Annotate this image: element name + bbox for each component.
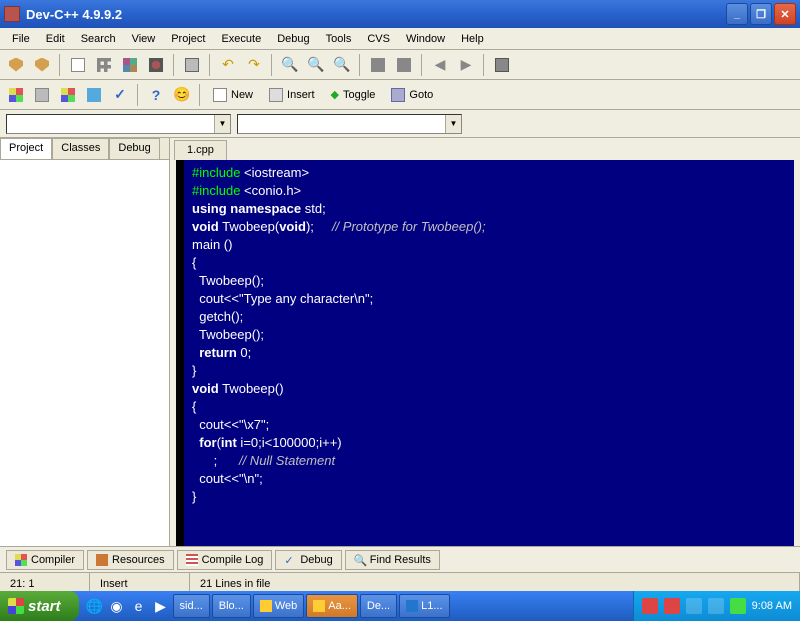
menu-view[interactable]: View [124,31,164,47]
taskbar-item[interactable]: Blo... [212,594,251,618]
system-tray: 9:08 AM [633,591,800,621]
tool-back-icon[interactable]: ◀ [428,53,452,77]
tab-resources[interactable]: Resources [87,550,174,570]
tray-icon[interactable] [686,598,702,614]
function-dropdown[interactable]: ▼ [237,114,462,134]
toolbar-main: ↶ ↷ 🔍 🔍 🔍 ◀ ▶ [0,50,800,80]
tool-find-icon[interactable]: 🔍 [278,53,302,77]
tool-layout-icon[interactable] [30,83,54,107]
insert-button[interactable]: Insert [262,83,322,107]
tray-icon[interactable] [642,598,658,614]
tool-print-icon[interactable] [180,53,204,77]
toolbar-secondary: ✓ ? 😊 New Insert ◆Toggle Goto [0,80,800,110]
menu-search[interactable]: Search [73,31,124,47]
tool-grid2-icon[interactable] [118,53,142,77]
tool-redo-icon[interactable]: ↷ [242,53,266,77]
tab-debug[interactable]: Debug [109,138,159,159]
menu-edit[interactable]: Edit [38,31,73,47]
tab-find-results[interactable]: 🔍Find Results [345,550,440,570]
taskbar-item[interactable]: sid... [173,594,210,618]
tool-panes-icon[interactable] [4,83,28,107]
tool-gear-icon[interactable] [144,53,168,77]
taskbar-item-active[interactable]: Aa... [306,594,358,618]
class-dropdown[interactable]: ▼ [6,114,231,134]
menu-window[interactable]: Window [398,31,453,47]
menu-cvs[interactable]: CVS [359,31,398,47]
resources-icon [96,554,108,566]
quick-launch-icon[interactable]: 🌐 [85,596,105,616]
tool-new-file-icon[interactable] [66,53,90,77]
debug-check-icon: ✓ [284,554,296,566]
main-area: Project Classes Debug 1.cpp #include <io… [0,138,800,546]
tab-compile-log[interactable]: Compile Log [177,550,273,570]
tab-debug-bottom[interactable]: ✓Debug [275,550,341,570]
tray-icon[interactable] [730,598,746,614]
quick-launch-icon[interactable]: ▶ [151,596,171,616]
tool-run-icon[interactable] [392,53,416,77]
tab-classes[interactable]: Classes [52,138,109,159]
window-title: Dev-C++ 4.9.9.2 [26,7,726,22]
app-icon [4,6,20,22]
tool-compile-icon[interactable] [366,53,390,77]
menu-help[interactable]: Help [453,31,492,47]
tool-about-icon[interactable]: 😊 [170,83,194,107]
taskbar-item[interactable]: L1... [399,594,449,618]
tool-grid-icon[interactable] [92,53,116,77]
tool-stop-icon[interactable] [490,53,514,77]
title-bar: Dev-C++ 4.9.9.2 _ ❐ ✕ [0,0,800,28]
windows-logo-icon [8,598,24,614]
tool-copy-shield-icon[interactable] [30,53,54,77]
tray-volume-icon[interactable] [708,598,724,614]
maximize-button[interactable]: ❐ [750,3,772,25]
taskbar-item[interactable]: De... [360,594,397,618]
tool-find-next-icon[interactable]: 🔍 [304,53,328,77]
log-icon [186,554,198,566]
tool-tiles-icon[interactable] [56,83,80,107]
compiler-icon [15,554,27,566]
chevron-down-icon: ▼ [214,115,230,133]
menu-project[interactable]: Project [163,31,213,47]
chevron-down-icon: ▼ [445,115,461,133]
toggle-button[interactable]: ◆Toggle [324,83,383,107]
dropdown-row: ▼ ▼ [0,110,800,138]
file-tab[interactable]: 1.cpp [174,140,227,160]
tray-clock[interactable]: 9:08 AM [752,600,792,612]
menu-tools[interactable]: Tools [318,31,360,47]
tool-undo-icon[interactable]: ↶ [216,53,240,77]
menu-file[interactable]: File [4,31,38,47]
taskbar-item[interactable]: Web [253,594,304,618]
quick-launch-icon[interactable]: e [129,596,149,616]
project-panel: Project Classes Debug [0,138,170,546]
quick-launch-icon[interactable]: ◉ [107,596,127,616]
code-editor[interactable]: #include <iostream> #include <conio.h> u… [176,160,794,546]
project-tree[interactable] [0,160,169,546]
tool-replace-icon[interactable]: 🔍 [330,53,354,77]
start-button[interactable]: start [0,591,79,621]
close-button[interactable]: ✕ [774,3,796,25]
new-button[interactable]: New [206,83,260,107]
menu-debug[interactable]: Debug [269,31,317,47]
goto-button[interactable]: Goto [384,83,440,107]
editor-panel: 1.cpp #include <iostream> #include <coni… [170,138,800,546]
tool-grid3-icon[interactable] [82,83,106,107]
tool-shield-icon[interactable] [4,53,28,77]
tray-icon[interactable] [664,598,680,614]
tool-help-icon[interactable]: ? [144,83,168,107]
tool-check-icon[interactable]: ✓ [108,83,132,107]
menu-bar: File Edit Search View Project Execute De… [0,28,800,50]
tool-forward-icon[interactable]: ▶ [454,53,478,77]
tab-compiler[interactable]: Compiler [6,550,84,570]
menu-execute[interactable]: Execute [213,31,269,47]
minimize-button[interactable]: _ [726,3,748,25]
tab-project[interactable]: Project [0,138,52,159]
find-icon: 🔍 [354,554,366,566]
windows-taskbar: start 🌐 ◉ e ▶ sid... Blo... Web Aa... De… [0,591,800,621]
bottom-tabs: Compiler Resources Compile Log ✓Debug 🔍F… [0,546,800,572]
